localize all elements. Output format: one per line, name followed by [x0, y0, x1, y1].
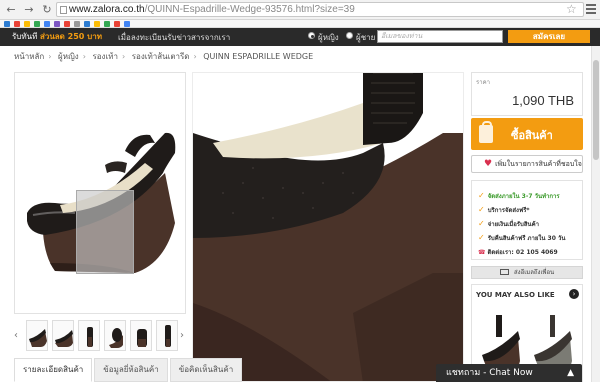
shopping-bag-icon — [479, 121, 493, 143]
forward-arrow-icon[interactable]: → — [22, 3, 36, 17]
chat-label: แชทถาม - Chat Now — [446, 368, 533, 378]
price-value: 1,090 THB — [512, 93, 574, 108]
bookmark-icon[interactable] — [44, 21, 50, 27]
breadcrumb-item[interactable]: รองเท้าส้นเตารีด — [132, 52, 190, 61]
chat-now-bar[interactable]: แชทถาม - Chat Now ▲ — [436, 364, 582, 382]
send-friend-button[interactable]: ส่งอีเมลถึงเพื่อน — [471, 266, 583, 279]
check-icon: ✓ — [478, 219, 485, 228]
breadcrumb-current: QUINN ESPADRILLE WEDGE — [203, 52, 314, 61]
product-tabs: รายละเอียดสินค้า ข้อมูลยี่ห้อสินค้า ข้อค… — [14, 358, 244, 382]
service-delivery: ✓ จัดส่งภายใน 3-7 วันทำการ — [478, 191, 560, 200]
next-arrow-icon[interactable]: › — [569, 289, 579, 299]
buy-button[interactable]: ซื้อสินค้า — [471, 118, 583, 150]
tab-details[interactable]: รายละเอียดสินค้า — [14, 358, 93, 382]
promo-notice: รับทันที ส่วนลด 250 บาท — [12, 32, 102, 41]
tab-brand-info[interactable]: ข้อมูลยี่ห้อสินค้า — [94, 358, 168, 382]
thumbnail[interactable] — [52, 320, 74, 351]
thumb-next-icon[interactable]: › — [180, 330, 184, 341]
bookmark-icon[interactable] — [14, 21, 20, 27]
envelope-icon — [500, 269, 509, 275]
back-arrow-icon[interactable]: ← — [4, 3, 18, 17]
thumbnail[interactable] — [156, 320, 178, 351]
bookmark-icon[interactable] — [84, 21, 90, 27]
subscribe-button[interactable]: สมัครเลย — [508, 30, 590, 43]
check-icon: ✓ — [478, 205, 485, 214]
radio-women[interactable] — [308, 32, 315, 39]
bookmark-star-icon[interactable]: ☆ — [566, 2, 577, 16]
bookmark-icon[interactable] — [94, 21, 100, 27]
service-returns: ✓ รับคืนสินค้าฟรี ภายใน 30 วัน — [478, 233, 566, 242]
check-icon: ✓ — [478, 233, 485, 242]
site-header: รับทันที ส่วนลด 250 บาท เมื่อลงทะเบียนรั… — [0, 28, 600, 46]
service-free-shipping: ✓ บริการจัดส่งฟรี* — [478, 205, 530, 214]
bookmarks-bar — [0, 20, 600, 28]
bookmark-icon[interactable] — [124, 21, 130, 27]
breadcrumb-item[interactable]: ผู้หญิง — [58, 52, 79, 61]
wishlist-label: เพิ่มในรายการสินค้าที่ชอบใจ — [495, 160, 582, 168]
address-bar[interactable]: www.zalora.co.th/QUINN-Espadrille-Wedge-… — [56, 2, 584, 17]
may-also-like-title: YOU MAY ALSO LIKE — [476, 291, 555, 299]
url-host: www.zalora.co.th — [69, 4, 145, 15]
email-input[interactable]: อีเมลของท่าน — [377, 30, 503, 43]
bookmark-icon[interactable] — [114, 21, 120, 27]
bookmark-icon[interactable] — [54, 21, 60, 27]
zoomed-shoe-illustration — [193, 73, 463, 381]
scrollbar-thumb[interactable] — [593, 60, 599, 160]
newsletter-text: เมื่อลงทะเบียนรับข่าวสารจากเรา — [118, 33, 231, 42]
service-info: ✓ จัดส่งภายใน 3-7 วันทำการ ✓ บริการจัดส่งฟ… — [471, 180, 583, 260]
price-box: ราคา 1,090 THB — [471, 72, 583, 116]
radio-women-label: ผู้หญิง — [318, 33, 339, 42]
page-icon — [60, 6, 67, 14]
chevron-up-icon: ▲ — [567, 368, 574, 378]
bookmark-icon[interactable] — [74, 21, 80, 27]
browser-menu-icon[interactable] — [586, 4, 596, 14]
thumbnail[interactable] — [104, 320, 126, 351]
heart-icon: ♥ — [484, 159, 493, 169]
bookmark-icon[interactable] — [104, 21, 110, 27]
phone-icon: ☎ — [478, 249, 486, 256]
thumbnail[interactable] — [130, 320, 152, 351]
browser-toolbar: ← → ↻ www.zalora.co.th/QUINN-Espadrille-… — [0, 0, 600, 20]
price-label: ราคา — [476, 79, 490, 86]
breadcrumb-item[interactable]: หน้าหลัก — [14, 52, 44, 61]
service-hotline: ☎ ติดต่อเรา: 02 105 4069 — [478, 249, 558, 256]
thumbnail-strip: ‹ › — [14, 320, 186, 352]
bookmark-icon[interactable] — [24, 21, 30, 27]
bookmark-icon[interactable] — [34, 21, 40, 27]
bookmark-icon[interactable] — [64, 21, 70, 27]
zoom-lens[interactable] — [76, 190, 134, 274]
wishlist-button[interactable]: ♥ เพิ่มในรายการสินค้าที่ชอบใจ — [471, 155, 583, 173]
breadcrumb-item[interactable]: รองเท้า — [92, 52, 118, 61]
radio-men-label: ผู้ชาย — [356, 33, 376, 42]
check-icon: ✓ — [478, 191, 485, 200]
buy-button-label: ซื้อสินค้า — [511, 129, 553, 142]
radio-men[interactable] — [346, 32, 353, 39]
breadcrumb: หน้าหลัก › ผู้หญิง › รองเท้า › รองเท้าส้นเต… — [14, 52, 314, 61]
page-scrollbar[interactable] — [591, 46, 600, 382]
thumb-prev-icon[interactable]: ‹ — [14, 330, 18, 341]
thumbnail[interactable] — [26, 320, 48, 351]
tab-reviews[interactable]: ข้อคิดเห็นสินค้า — [169, 358, 243, 382]
product-main-image[interactable] — [14, 72, 186, 314]
url-path: /QUINN-Espadrille-Wedge-93576.html?size=… — [144, 4, 355, 15]
product-zoom-view — [192, 72, 464, 382]
thumbnail[interactable] — [78, 320, 100, 351]
service-cod: ✓ จ่ายเงินเมื่อรับสินค้า — [478, 219, 539, 228]
bookmark-icon[interactable] — [4, 21, 10, 27]
reload-icon[interactable]: ↻ — [40, 3, 54, 17]
